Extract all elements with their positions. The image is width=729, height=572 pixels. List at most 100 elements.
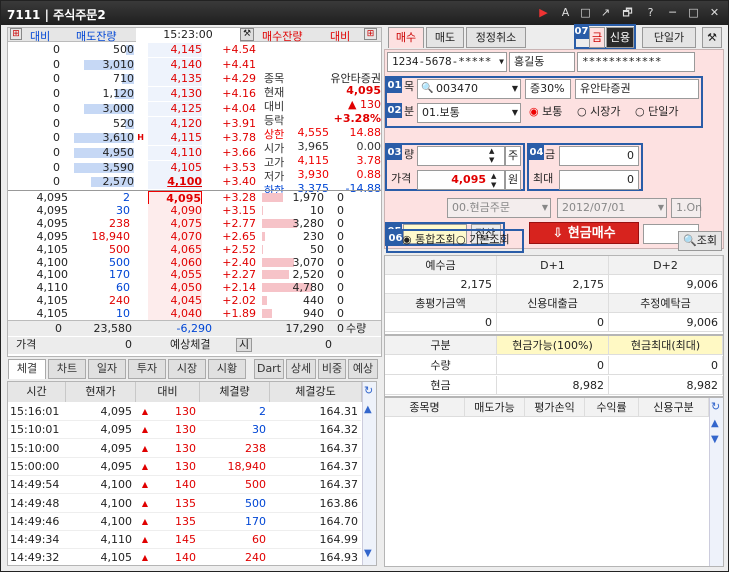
tab-sell[interactable]: 매도 — [426, 27, 464, 48]
ask-price[interactable]: 4,110 — [148, 145, 202, 160]
ask-row[interactable]: 0 2,570 4,100 +3.40 — [8, 175, 262, 190]
bid-row[interactable]: 4,095 2 4,095 +3.28 1,970 0 — [8, 191, 381, 206]
table-row[interactable]: 14:49:34 4,110 145 ▲ 60 164.99 — [8, 530, 361, 550]
bid-row[interactable]: 4,095 18,940 4,070 +2.65 230 0 — [8, 229, 381, 243]
bid-price[interactable]: 4,055 — [148, 268, 202, 282]
account-select[interactable]: 1234-5678-***** ▼ — [387, 52, 507, 72]
ask-row[interactable]: 0 3,590 4,105 +3.53 — [8, 160, 262, 176]
tab-buy[interactable]: 매수 — [388, 27, 424, 48]
on-select[interactable]: 1.On — [671, 198, 702, 218]
bid-row[interactable]: 4,105 240 4,045 +2.02 440 0 — [8, 294, 381, 308]
expand-right-icon[interactable]: ⊞ — [364, 28, 377, 40]
single-price-button[interactable]: 단일가 — [642, 27, 696, 48]
ask-row[interactable]: 0 500 4,145 +4.54 — [8, 43, 262, 58]
tab-7[interactable]: 상세 — [286, 359, 316, 379]
bid-row[interactable]: 4,100 170 4,055 +2.27 2,520 0 — [8, 268, 381, 282]
price-stepper[interactable]: ▲ ▼ — [491, 172, 496, 190]
quantity-stepper[interactable]: ▲ ▼ — [489, 147, 494, 165]
time-toggle-button[interactable]: 시 — [236, 338, 252, 352]
tab-4[interactable]: 시장 — [168, 359, 206, 379]
password-field[interactable]: ************ — [577, 52, 695, 72]
popout-icon[interactable]: ↗ — [599, 6, 612, 19]
tab-3[interactable]: 투자 — [128, 359, 166, 379]
date-select[interactable]: 2012/07/01 ▼ — [557, 198, 667, 218]
maximize-icon[interactable]: □ — [687, 6, 700, 19]
tab-9[interactable]: 예상 — [348, 359, 378, 379]
radio-normal[interactable]: ◉ 보통 — [529, 103, 562, 121]
bid-price[interactable]: 4,050 — [148, 281, 202, 295]
bid-row[interactable]: 4,105 10 4,040 +1.89 940 0 — [8, 307, 381, 321]
expand-icon[interactable]: ⊞ — [10, 28, 22, 40]
radio-single[interactable]: ○ 단일가 — [635, 103, 678, 121]
ask-price[interactable]: 4,100 — [148, 175, 202, 190]
ask-price[interactable]: 4,125 — [148, 101, 202, 116]
refresh-icon[interactable]: ↻ — [364, 384, 373, 397]
table-row[interactable]: 15:16:01 4,095 130 ▲ 2 164.31 — [8, 402, 361, 421]
table-row[interactable]: 14:49:54 4,100 140 ▲ 500 164.37 — [8, 475, 361, 495]
credit-button[interactable]: 신용 — [606, 27, 634, 48]
bid-row[interactable]: 4,095 238 4,075 +2.77 3,280 0 — [8, 216, 381, 230]
search-button[interactable]: 🔍조회 — [678, 231, 722, 251]
refresh-icon[interactable]: ↻ — [711, 400, 720, 413]
scroll-down-icon[interactable]: ▼ — [711, 434, 719, 445]
tab-1[interactable]: 차트 — [48, 359, 86, 379]
bid-price[interactable]: 4,075 — [148, 216, 202, 230]
bid-price[interactable]: 4,060 — [148, 255, 202, 269]
tools-icon[interactable]: ⚒ — [702, 27, 722, 48]
bid-row[interactable]: 4,105 500 4,065 +2.52 50 0 — [8, 242, 381, 256]
bid-row[interactable]: 4,095 30 4,090 +3.15 10 0 — [8, 203, 381, 217]
ask-price[interactable]: 4,115 — [148, 131, 202, 146]
ask-row[interactable]: 0 1,120 4,130 +4.16 — [8, 87, 262, 102]
bid-price[interactable]: 4,090 — [148, 203, 202, 217]
bid-price[interactable]: 4,065 — [148, 242, 202, 256]
ask-row[interactable]: 0 710 4,135 +4.29 — [8, 72, 262, 87]
table-row[interactable]: 15:00:00 4,095 130 ▲ 18,940 164.37 — [8, 457, 361, 476]
order-kind-select[interactable]: 01.보통 ▼ — [417, 103, 521, 123]
bid-price[interactable]: 4,040 — [148, 307, 202, 321]
tab-5[interactable]: 시황 — [208, 359, 246, 379]
ask-row[interactable]: 0 3,010 4,140 +4.41 — [8, 57, 262, 73]
ask-price[interactable]: 4,130 — [148, 87, 202, 102]
tab-2[interactable]: 일자 — [88, 359, 126, 379]
table-row[interactable]: 14:49:48 4,100 135 ▲ 500 163.86 — [8, 494, 361, 513]
link-icon[interactable]: □ — [579, 6, 592, 19]
ask-row[interactable]: 0 3,000 4,125 +4.04 — [8, 101, 262, 117]
radio-market[interactable]: ○ 시장가 — [577, 103, 620, 121]
ask-row[interactable]: 0 4,950 4,110 +3.66 — [8, 145, 262, 161]
cash-button[interactable]: 금 — [589, 27, 605, 48]
close-icon[interactable]: ✕ — [708, 6, 721, 19]
stock-code-input[interactable]: 🔍 003470 ▼ — [417, 79, 521, 99]
tab-modify-cancel[interactable]: 정정취소 — [466, 27, 526, 48]
tab-0[interactable]: 체결 — [8, 359, 46, 379]
ask-price[interactable]: 4,120 — [148, 116, 202, 131]
radio-integrated[interactable]: ◉ 통합조회 — [402, 231, 456, 249]
trades-scrollbar[interactable]: ↻ ▲ ▼ — [362, 382, 376, 565]
table-row[interactable]: 14:49:32 4,105 140 ▲ 240 164.93 — [8, 548, 361, 568]
tool-icon[interactable]: ⚒ — [240, 28, 254, 41]
font-icon[interactable]: A — [559, 6, 572, 19]
ask-price[interactable]: 4,135 — [148, 72, 202, 87]
scroll-up-icon[interactable]: ▲ — [364, 404, 372, 415]
tab-8[interactable]: 비중 — [318, 359, 346, 379]
cash-buy-button[interactable]: ⇩ 현금매수 — [529, 222, 639, 244]
ask-row[interactable]: 0 520 4,120 +3.91 — [8, 116, 262, 132]
table-row[interactable]: 14:49:46 4,100 135 ▲ 170 164.70 — [8, 512, 361, 531]
bid-price[interactable]: 4,045 — [148, 294, 202, 308]
tab-6[interactable]: Dart — [254, 359, 284, 379]
ask-row[interactable]: 0 3,610 H 4,115 +3.78 — [8, 131, 262, 146]
minimize-icon[interactable]: ─ — [666, 6, 679, 19]
ask-price[interactable]: 4,105 — [148, 160, 202, 175]
search-icon[interactable]: 🔍 — [421, 80, 433, 98]
ask-price[interactable]: 4,140 — [148, 57, 202, 72]
help-icon[interactable]: ? — [644, 6, 657, 19]
scroll-down-icon[interactable]: ▼ — [364, 548, 372, 559]
ask-price[interactable]: 4,145 — [148, 43, 202, 57]
holdings-scrollbar[interactable]: ↻ ▲ ▼ — [709, 398, 723, 566]
table-row[interactable]: 15:10:01 4,095 130 ▲ 30 164.32 — [8, 420, 361, 440]
scroll-up-icon[interactable]: ▲ — [711, 418, 719, 429]
bid-price[interactable]: 4,070 — [148, 229, 202, 243]
record-icon[interactable]: ▶ — [537, 6, 550, 19]
table-row[interactable]: 15:10:00 4,095 130 ▲ 238 164.37 — [8, 439, 361, 458]
radio-basic[interactable]: ○ 기본조회 — [456, 231, 510, 249]
restore-icon[interactable]: 🗗 — [621, 6, 634, 19]
